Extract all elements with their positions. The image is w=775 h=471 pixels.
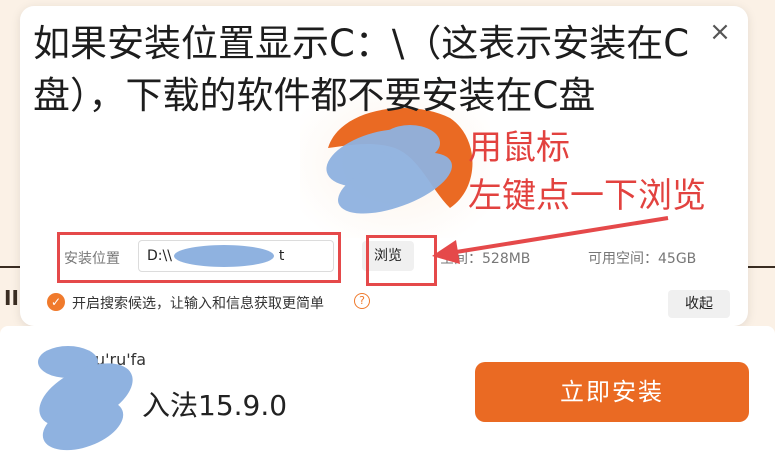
annotation-box-browse	[366, 235, 437, 286]
required-space: 空间：528MB	[440, 251, 531, 267]
annotation-box-path	[57, 232, 341, 283]
annotation-instruction: 用鼠标 左键点一下浏览	[468, 124, 768, 220]
help-icon[interactable]: ?	[354, 293, 370, 309]
available-space: 可用空间：45GB	[588, 251, 697, 267]
collapse-button[interactable]: 收起	[668, 290, 730, 318]
blur-overlay	[38, 346, 133, 451]
search-option-row: ✓ 开启搜索候选，让输入和信息获取更简单 ? 收起	[20, 288, 748, 318]
annotation-instruction-line-1: 用鼠标	[468, 128, 570, 168]
checkbox-checked-icon[interactable]: ✓	[47, 293, 65, 311]
annotation-instruction-line-2: 左键点一下浏览	[468, 176, 706, 216]
install-now-button[interactable]: 立即安装	[475, 362, 749, 422]
app-name-version: 入法15.9.0	[142, 389, 288, 422]
annotation-title: 如果安装位置显示C：\（这表示安装在C盘），下载的软件都不要安装在C盘	[33, 22, 690, 117]
search-option-label: 开启搜索候选，让输入和信息获取更简单	[72, 296, 324, 312]
install-bar: u'shu'ru'fa 入法15.9.0 立即安装	[0, 326, 775, 471]
background-fragment: II	[4, 286, 19, 310]
